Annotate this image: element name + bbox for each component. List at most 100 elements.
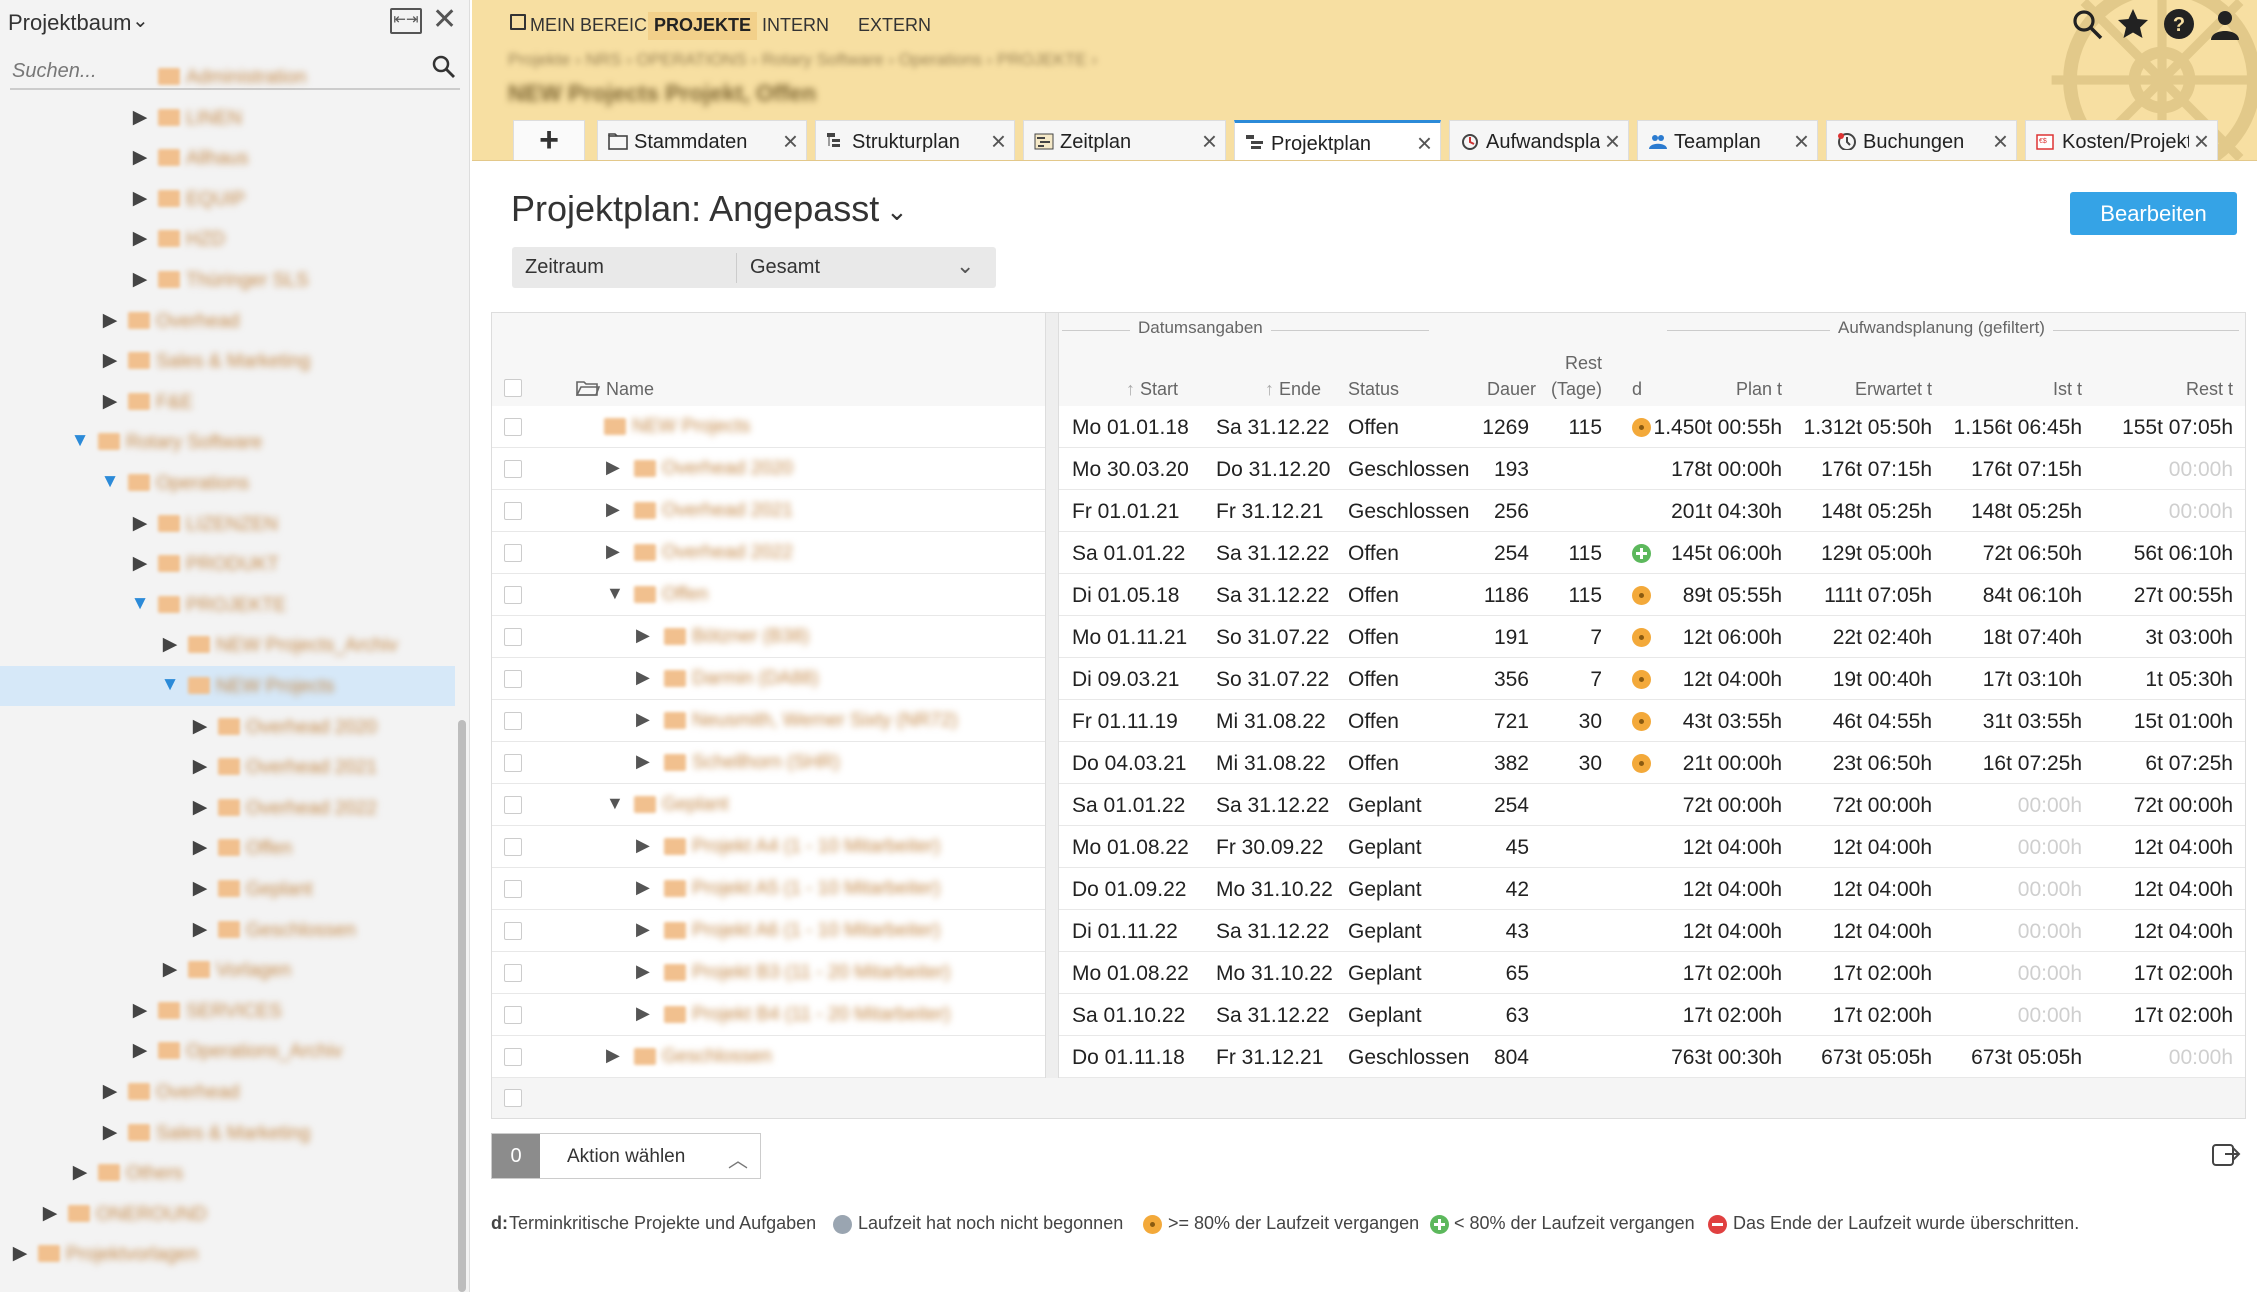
expand-arrow-icon[interactable]: ▶ bbox=[636, 1003, 650, 1024]
action-selector[interactable]: 0 Aktion wählen ︿ bbox=[491, 1133, 761, 1179]
expand-arrow-icon[interactable]: ▶ bbox=[636, 709, 650, 730]
close-icon[interactable]: × bbox=[1993, 126, 2008, 157]
chevron-down-icon[interactable]: ⌄ bbox=[132, 8, 149, 33]
expand-arrow-icon[interactable]: ▶ bbox=[190, 755, 210, 778]
row-checkbox[interactable] bbox=[504, 1006, 522, 1024]
tree-item[interactable]: ▶ Sales & Marketing bbox=[0, 341, 455, 381]
row-checkbox[interactable] bbox=[504, 502, 522, 520]
collapse-arrow-icon[interactable]: ▼ bbox=[160, 674, 180, 696]
table-row[interactable]: ▶ Projekt B3 (11 - 20 Mitarbeiter) Mo 01.0… bbox=[492, 952, 2245, 994]
row-checkbox[interactable] bbox=[504, 460, 522, 478]
sidebar-scrollbar[interactable] bbox=[458, 720, 466, 1292]
tree-item[interactable]: ▶ Geplant bbox=[0, 869, 455, 909]
period-value[interactable]: Gesamt bbox=[750, 256, 820, 279]
column-name[interactable]: Name bbox=[575, 379, 654, 400]
close-icon[interactable]: × bbox=[991, 126, 1006, 157]
column-rest-days-unit[interactable]: (Tage) bbox=[1542, 379, 1602, 400]
row-name[interactable]: Bötzner (B38) bbox=[692, 626, 809, 648]
expand-arrow-icon[interactable]: ▶ bbox=[190, 877, 210, 900]
expand-arrow-icon[interactable]: ▶ bbox=[190, 836, 210, 859]
expand-arrow-icon[interactable]: ▶ bbox=[100, 349, 120, 372]
tree-item[interactable]: ▶ SERVICES bbox=[0, 991, 455, 1031]
tree-item[interactable]: ▶ Projektvorlagen bbox=[0, 1234, 455, 1274]
expand-arrow-icon[interactable]: ▶ bbox=[636, 835, 650, 856]
row-name[interactable]: Geschlossen bbox=[662, 1046, 772, 1068]
edit-button[interactable]: Bearbeiten bbox=[2070, 192, 2237, 235]
tab-aufwandsplanung[interactable]: Aufwandsplanung× bbox=[1449, 120, 1629, 160]
row-name[interactable]: Darmin (DA88) bbox=[692, 668, 819, 690]
tab-stammdaten[interactable]: Stammdaten × bbox=[597, 120, 807, 160]
tree-item[interactable]: ▶ Vorlagen bbox=[0, 950, 455, 990]
tree-item[interactable]: ▶ HZD bbox=[0, 219, 455, 259]
chevron-down-icon[interactable]: ⌄ bbox=[956, 253, 974, 279]
expand-arrow-icon[interactable]: ▶ bbox=[636, 751, 650, 772]
select-all-checkbox[interactable] bbox=[504, 379, 522, 397]
table-row[interactable]: ▶ Projekt A6 (1 - 10 Mitarbeiter) Di 01.11… bbox=[492, 910, 2245, 952]
row-checkbox[interactable] bbox=[504, 754, 522, 772]
tree-item[interactable]: ▶ F&E bbox=[0, 382, 455, 422]
row-checkbox[interactable] bbox=[504, 838, 522, 856]
expand-arrow-icon[interactable]: ▶ bbox=[130, 1039, 150, 1062]
table-row[interactable]: ▶ Bötzner (B38) Mo 01.11.21 So 31.07.22 Offe… bbox=[492, 616, 2245, 658]
grid-splitter[interactable] bbox=[1045, 313, 1059, 1118]
project-tree-title[interactable]: Projektbaum bbox=[8, 10, 132, 36]
tree-item[interactable]: ▶ Geschlossen bbox=[0, 910, 455, 950]
tree-item[interactable]: ▶ Others bbox=[0, 1153, 455, 1193]
row-checkbox[interactable] bbox=[504, 922, 522, 940]
table-row[interactable]: ▶ Overhead 2022 Sa 01.01.22 Sa 31.12.22 Offe… bbox=[492, 532, 2245, 574]
collapse-arrow-icon[interactable]: ▼ bbox=[606, 583, 624, 604]
chevron-up-icon[interactable]: ︿ bbox=[728, 1144, 748, 1173]
table-row[interactable]: ▶ Overhead 2020 Mo 30.03.20 Do 31.12.20 Gesc… bbox=[492, 448, 2245, 490]
tab-projektplan[interactable]: Projektplan × bbox=[1234, 120, 1441, 160]
breadcrumb[interactable]: Projekte › NRS › OPERATIONS › Rotary Sof… bbox=[508, 50, 1097, 70]
expand-arrow-icon[interactable]: ▶ bbox=[160, 958, 180, 981]
row-name[interactable]: Overhead 2022 bbox=[662, 542, 793, 564]
expand-arrow-icon[interactable]: ▶ bbox=[130, 227, 150, 250]
close-icon[interactable]: × bbox=[2194, 126, 2209, 157]
expand-arrow-icon[interactable]: ▶ bbox=[636, 961, 650, 982]
tab-strukturplan[interactable]: Strukturplan × bbox=[815, 120, 1015, 160]
row-checkbox[interactable] bbox=[504, 880, 522, 898]
expand-arrow-icon[interactable]: ▶ bbox=[130, 187, 150, 210]
row-checkbox[interactable] bbox=[504, 670, 522, 688]
collapse-arrow-icon[interactable]: ▼ bbox=[130, 593, 150, 615]
tree-item[interactable]: ▶ Overhead 2022 bbox=[0, 788, 455, 828]
row-name[interactable]: Projekt A6 (1 - 10 Mitarbeiter) bbox=[692, 920, 940, 942]
column-rest[interactable]: Rest t bbox=[2102, 379, 2233, 400]
expand-arrow-icon[interactable]: ▶ bbox=[606, 457, 620, 478]
nav-extern[interactable]: EXTERN bbox=[858, 15, 931, 36]
tree-item[interactable]: ▶ LINEN bbox=[0, 98, 455, 138]
tree-item[interactable]: ▶ Sales & Marketing bbox=[0, 1113, 455, 1153]
table-row[interactable]: NEW Projects Mo 01.01.18 Sa 31.12.22 Offen 1… bbox=[492, 406, 2245, 448]
collapse-panel-icon[interactable]: ⇤⇥ bbox=[390, 8, 422, 34]
expand-arrow-icon[interactable]: ▶ bbox=[40, 1202, 60, 1225]
export-icon[interactable] bbox=[2211, 1140, 2241, 1168]
close-icon[interactable]: × bbox=[783, 126, 798, 157]
column-estimated[interactable]: Erwartet t bbox=[1792, 379, 1932, 400]
nav-projekte[interactable]: PROJEKTE bbox=[648, 12, 758, 40]
table-row[interactable]: ▶ Neusmith, Werner Sixty (NR72) Fr 01.11.1… bbox=[492, 700, 2245, 742]
column-actual[interactable]: Ist t bbox=[1952, 379, 2082, 400]
table-row[interactable]: ▶ Darmin (DA88) Di 09.03.21 So 31.07.22 Offe… bbox=[492, 658, 2245, 700]
table-row[interactable]: ▼ Geplant Sa 01.01.22 Sa 31.12.22 Geplant 254… bbox=[492, 784, 2245, 826]
tree-item[interactable]: ▶ Allhaus bbox=[0, 138, 455, 178]
column-duration[interactable]: Dauer bbox=[1487, 379, 1536, 400]
expand-arrow-icon[interactable]: ▶ bbox=[636, 877, 650, 898]
user-icon[interactable] bbox=[2207, 6, 2243, 42]
expand-arrow-icon[interactable]: ▶ bbox=[130, 146, 150, 169]
table-row[interactable]: ▶ Projekt A5 (1 - 10 Mitarbeiter) Do 01.09… bbox=[492, 868, 2245, 910]
tree-item[interactable]: ▶ LIZENZEN bbox=[0, 504, 455, 544]
expand-arrow-icon[interactable]: ▶ bbox=[100, 309, 120, 332]
tree-item[interactable]: ▶ Overhead 2021 bbox=[0, 747, 455, 787]
expand-arrow-icon[interactable]: ▶ bbox=[190, 796, 210, 819]
expand-arrow-icon[interactable]: ▶ bbox=[130, 106, 150, 129]
expand-arrow-icon[interactable]: ▶ bbox=[606, 1045, 620, 1066]
expand-arrow-icon[interactable]: ▶ bbox=[606, 499, 620, 520]
collapse-arrow-icon[interactable]: ▼ bbox=[70, 430, 90, 452]
tab-buchungen[interactable]: Buchungen × bbox=[1826, 120, 2017, 160]
table-row[interactable]: ▶ Geschlossen Do 01.11.18 Fr 31.12.21 Geschl… bbox=[492, 1036, 2245, 1078]
tree-item[interactable]: ▶ Offen bbox=[0, 828, 455, 868]
expand-arrow-icon[interactable]: ▶ bbox=[636, 667, 650, 688]
column-rest-days[interactable]: Rest bbox=[1542, 353, 1602, 374]
row-name[interactable]: Schellhorn (SHR) bbox=[692, 752, 840, 774]
